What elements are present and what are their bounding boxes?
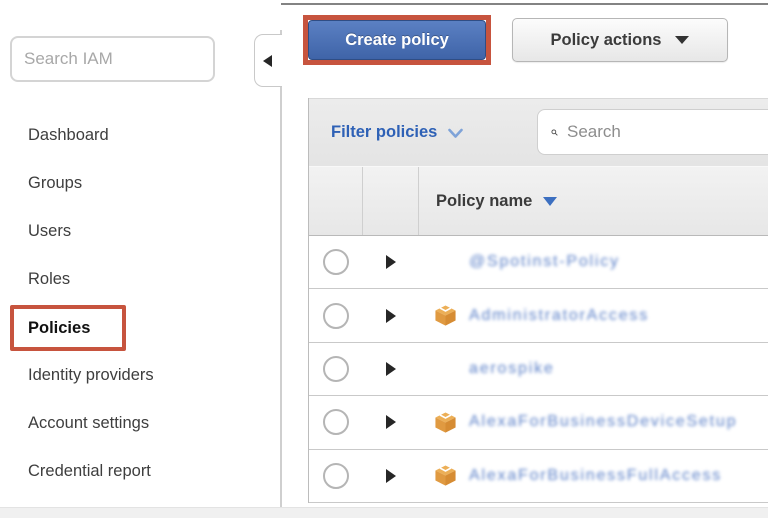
sidebar-item-label: Account settings bbox=[28, 414, 149, 432]
sidebar-item-label: Credential report bbox=[28, 462, 151, 480]
radio-cell bbox=[309, 303, 363, 329]
aws-managed-policy-icon bbox=[434, 304, 457, 327]
collapse-left-arrow-icon bbox=[263, 55, 272, 67]
iam-sidebar: Dashboard Groups Users Roles Policies Identit… bbox=[0, 0, 281, 508]
row-expand-icon[interactable] bbox=[386, 255, 396, 269]
sidebar-item-account-settings[interactable]: Account settings bbox=[0, 399, 281, 447]
row-radio-button[interactable] bbox=[323, 249, 349, 275]
radio-cell bbox=[309, 409, 363, 435]
expand-cell bbox=[363, 255, 419, 269]
policy-name-link[interactable]: AlexaForBusinessDeviceSetup bbox=[469, 413, 737, 431]
radio-cell bbox=[309, 463, 363, 489]
expand-cell bbox=[363, 415, 419, 429]
policy-name-link[interactable]: @Spotinst-Policy bbox=[469, 253, 620, 271]
aws-managed-policy-icon bbox=[434, 251, 457, 274]
sidebar-item-label: Identity providers bbox=[28, 366, 154, 384]
aws-managed-policy-icon bbox=[434, 357, 457, 380]
policy-rows: @Spotinst-Policy AdministratorAccess bbox=[309, 236, 768, 503]
filter-policies-label: Filter policies bbox=[331, 123, 437, 142]
policy-row: AlexaForBusinessDeviceSetup bbox=[309, 396, 768, 449]
sidebar-item-users[interactable]: Users bbox=[0, 207, 281, 255]
sidebar-item-label: Users bbox=[28, 222, 71, 240]
sidebar-divider bbox=[280, 30, 282, 507]
row-radio-button[interactable] bbox=[323, 303, 349, 329]
radio-column-header bbox=[309, 167, 363, 235]
row-expand-icon[interactable] bbox=[386, 469, 396, 483]
sidebar-item-dashboard[interactable]: Dashboard bbox=[0, 111, 281, 159]
table-search-box[interactable] bbox=[537, 109, 768, 155]
aws-managed-policy-icon bbox=[434, 411, 457, 434]
table-header: Policy name bbox=[309, 166, 768, 236]
expand-cell bbox=[363, 362, 419, 376]
sidebar-item-identity-providers[interactable]: Identity providers bbox=[0, 351, 281, 399]
chevron-down-icon bbox=[447, 126, 464, 140]
policies-annotation-box: Policies bbox=[10, 305, 126, 351]
filter-policies-dropdown[interactable]: Filter policies bbox=[331, 123, 464, 142]
row-expand-icon[interactable] bbox=[386, 415, 396, 429]
policy-row: aerospike bbox=[309, 343, 768, 396]
policy-name-column-header[interactable]: Policy name bbox=[419, 167, 557, 235]
policy-row: @Spotinst-Policy bbox=[309, 236, 768, 289]
sidebar-nav: Dashboard Groups Users Roles Policies Identit… bbox=[0, 111, 281, 495]
table-search-input[interactable] bbox=[567, 122, 768, 142]
policy-name-link[interactable]: aerospike bbox=[469, 360, 555, 378]
sidebar-collapse-button[interactable] bbox=[254, 34, 282, 87]
row-expand-icon[interactable] bbox=[386, 362, 396, 376]
policy-row: AlexaForBusinessFullAccess bbox=[309, 450, 768, 503]
search-iam-input[interactable] bbox=[10, 36, 215, 82]
sidebar-item-roles[interactable]: Roles bbox=[0, 255, 281, 303]
policy-name-link[interactable]: AdministratorAccess bbox=[469, 307, 649, 325]
expand-cell bbox=[363, 469, 419, 483]
filter-bar: Filter policies bbox=[309, 98, 768, 166]
row-radio-button[interactable] bbox=[323, 356, 349, 382]
sidebar-item-label: Groups bbox=[28, 174, 82, 192]
policies-table-card: Filter policies Policy name bbox=[308, 98, 768, 503]
create-policy-annotation-box: Create policy bbox=[303, 15, 491, 65]
policy-actions-button[interactable]: Policy actions bbox=[512, 18, 728, 62]
aws-managed-policy-icon bbox=[434, 464, 457, 487]
row-radio-button[interactable] bbox=[323, 409, 349, 435]
radio-cell bbox=[309, 249, 363, 275]
row-radio-button[interactable] bbox=[323, 463, 349, 489]
create-policy-button[interactable]: Create policy bbox=[308, 20, 486, 60]
sidebar-item-policies[interactable]: Policies bbox=[0, 303, 281, 351]
radio-cell bbox=[309, 356, 363, 382]
policy-name-header-label: Policy name bbox=[436, 192, 532, 211]
sidebar-item-credential-report[interactable]: Credential report bbox=[0, 447, 281, 495]
caret-down-icon bbox=[675, 36, 689, 44]
row-expand-icon[interactable] bbox=[386, 309, 396, 323]
sidebar-item-label: Dashboard bbox=[28, 126, 109, 144]
policy-name-link[interactable]: AlexaForBusinessFullAccess bbox=[469, 467, 722, 485]
sort-caret-down-icon bbox=[543, 197, 557, 206]
sidebar-item-label: Roles bbox=[28, 270, 70, 288]
search-icon bbox=[551, 122, 558, 143]
iam-console-screen: Dashboard Groups Users Roles Policies Identit… bbox=[0, 0, 768, 518]
expand-column-header bbox=[363, 167, 419, 235]
sidebar-item-groups[interactable]: Groups bbox=[0, 159, 281, 207]
policy-actions-label: Policy actions bbox=[551, 31, 662, 50]
page-bottom-strip bbox=[0, 507, 768, 518]
expand-cell bbox=[363, 309, 419, 323]
policy-row: AdministratorAccess bbox=[309, 289, 768, 342]
